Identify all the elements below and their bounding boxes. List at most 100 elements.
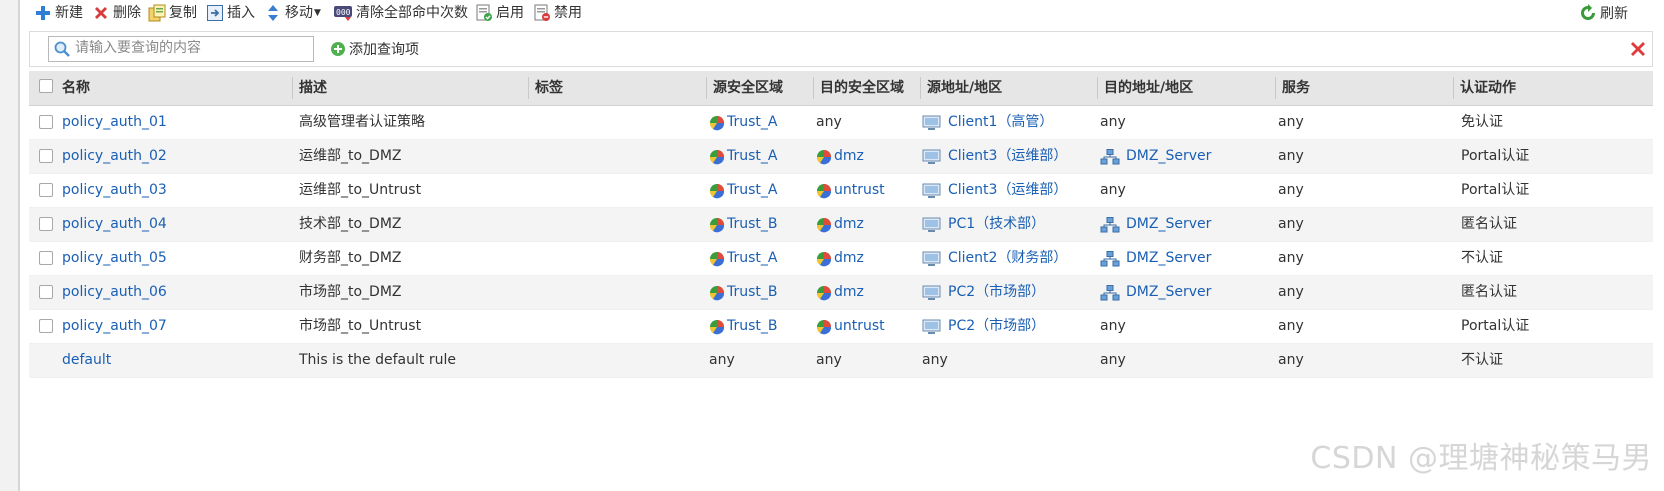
row-checkbox[interactable]	[39, 149, 53, 163]
search-box	[48, 36, 314, 62]
col-header-desc[interactable]: 描述	[299, 71, 327, 105]
src-address[interactable]: Client1（高管）	[922, 106, 1053, 139]
col-header-tag[interactable]: 标签	[535, 71, 563, 105]
src-address[interactable]: PC2（市场部）	[922, 310, 1045, 343]
add-circle-icon	[330, 41, 346, 57]
row-checkbox[interactable]	[39, 319, 53, 333]
col-header-service[interactable]: 服务	[1282, 71, 1310, 105]
policy-name-link[interactable]: policy_auth_07	[62, 310, 167, 343]
col-divider[interactable]	[1275, 77, 1276, 99]
copy-button[interactable]: 复制	[148, 2, 197, 24]
refresh-label: 刷新	[1600, 6, 1628, 22]
zone-icon	[709, 285, 725, 300]
table-row[interactable]: policy_auth_06 市场部_to_DMZ Trust_B dmz PC2（市场…	[29, 276, 1653, 310]
dst-address[interactable]: DMZ_Server	[1100, 276, 1211, 309]
row-checkbox[interactable]	[39, 251, 53, 265]
col-header-src-addr[interactable]: 源地址/地区	[927, 71, 1002, 105]
chevron-down-icon: ▼	[314, 8, 321, 18]
col-header-dst-zone[interactable]: 目的安全区域	[820, 71, 904, 105]
table-row[interactable]: policy_auth_05 财务部_to_DMZ Trust_A dmz Client…	[29, 242, 1653, 276]
src-zone-label: Trust_A	[727, 250, 778, 266]
dst-address: any	[1100, 182, 1126, 198]
col-divider[interactable]	[292, 77, 293, 99]
col-header-action[interactable]: 认证动作	[1460, 71, 1516, 105]
policy-name-link[interactable]: policy_auth_01	[62, 106, 167, 139]
src-address[interactable]: Client2（财务部）	[922, 242, 1067, 275]
zone-icon	[816, 285, 832, 300]
table-row[interactable]: policy_auth_02 运维部_to_DMZ Trust_A dmz Client…	[29, 140, 1653, 174]
table-row[interactable]: policy_auth_07 市场部_to_Untrust Trust_B untru…	[29, 310, 1653, 344]
new-button[interactable]: 新建	[34, 2, 83, 24]
row-checkbox[interactable]	[39, 217, 53, 231]
policy-name-link[interactable]: default	[62, 344, 111, 377]
src-address[interactable]: Client3（运维部）	[922, 140, 1067, 173]
host-icon	[922, 285, 941, 300]
table-row[interactable]: default This is the default rule any any any…	[29, 344, 1653, 378]
col-divider[interactable]	[706, 77, 707, 99]
dst-zone[interactable]: dmz	[816, 140, 864, 173]
src-zone-label: Trust_B	[727, 216, 778, 232]
add-query-label: 添加查询项	[349, 42, 419, 58]
dst-address[interactable]: DMZ_Server	[1100, 242, 1211, 275]
policy-description: 高级管理者认证策略	[299, 114, 425, 130]
dst-address[interactable]: DMZ_Server	[1100, 140, 1211, 173]
col-header-src-zone[interactable]: 源安全区域	[713, 71, 783, 105]
table-row[interactable]: policy_auth_03 运维部_to_Untrust Trust_A untru…	[29, 174, 1653, 208]
dst-zone[interactable]: dmz	[816, 276, 864, 309]
policy-name-link[interactable]: policy_auth_02	[62, 140, 167, 173]
dst-zone[interactable]: untrust	[816, 174, 885, 207]
col-divider[interactable]	[1453, 77, 1454, 99]
auth-action: 不认证	[1461, 250, 1503, 266]
src-address[interactable]: PC1（技术部）	[922, 208, 1045, 241]
col-divider[interactable]	[920, 77, 921, 99]
disable-button[interactable]: 禁用	[533, 2, 582, 24]
insert-button[interactable]: 插入	[206, 2, 255, 24]
policy-name-link[interactable]: policy_auth_03	[62, 174, 167, 207]
enable-button[interactable]: 启用	[475, 2, 524, 24]
table-row[interactable]: policy_auth_04 技术部_to_DMZ Trust_B dmz PC1（技术…	[29, 208, 1653, 242]
policy-name-link[interactable]: policy_auth_05	[62, 242, 167, 275]
table-row[interactable]: policy_auth_01 高级管理者认证策略 Trust_A any Client1…	[29, 106, 1653, 140]
src-address[interactable]: Client3（运维部）	[922, 174, 1067, 207]
plus-icon	[34, 4, 52, 22]
delete-button[interactable]: 删除	[92, 2, 141, 24]
src-zone[interactable]: Trust_A	[709, 174, 777, 207]
copy-icon	[148, 4, 166, 22]
zone-icon	[709, 319, 725, 334]
src-zone[interactable]: Trust_B	[709, 208, 778, 241]
policy-description: 市场部_to_Untrust	[299, 318, 422, 334]
refresh-button[interactable]: 刷新	[1579, 2, 1628, 24]
policy-description: 运维部_to_DMZ	[299, 148, 402, 164]
src-zone[interactable]: Trust_A	[709, 242, 777, 275]
search-input[interactable]	[75, 38, 309, 58]
src-zone[interactable]: Trust_A	[709, 106, 777, 139]
col-header-name[interactable]: 名称	[62, 71, 90, 105]
src-zone[interactable]: Trust_B	[709, 276, 778, 309]
src-zone[interactable]: Trust_B	[709, 310, 778, 343]
src-zone-label: Trust_A	[727, 148, 778, 164]
dst-zone[interactable]: dmz	[816, 242, 864, 275]
src-zone[interactable]: Trust_A	[709, 140, 777, 173]
select-all-checkbox[interactable]	[39, 79, 53, 93]
add-query-button[interactable]: 添加查询项	[330, 38, 419, 60]
col-header-dst-addr[interactable]: 目的地址/地区	[1104, 71, 1193, 105]
src-zone-label: Trust_B	[727, 318, 778, 334]
col-divider[interactable]	[813, 77, 814, 99]
clear-hits-button[interactable]: 000 清除全部命中次数	[333, 2, 468, 24]
policy-name-link[interactable]: policy_auth_04	[62, 208, 167, 241]
zone-icon	[816, 217, 832, 232]
col-divider[interactable]	[528, 77, 529, 99]
close-icon[interactable]	[1628, 39, 1648, 59]
row-checkbox[interactable]	[39, 285, 53, 299]
dst-zone[interactable]: dmz	[816, 208, 864, 241]
col-divider[interactable]	[1097, 77, 1098, 99]
dst-zone: any	[816, 352, 842, 368]
dst-address-label: DMZ_Server	[1126, 216, 1212, 232]
src-address[interactable]: PC2（市场部）	[922, 276, 1045, 309]
policy-name-link[interactable]: policy_auth_06	[62, 276, 167, 309]
dst-address[interactable]: DMZ_Server	[1100, 208, 1211, 241]
move-button[interactable]: 移动 ▼	[264, 2, 321, 24]
row-checkbox[interactable]	[39, 115, 53, 129]
row-checkbox[interactable]	[39, 183, 53, 197]
dst-zone[interactable]: untrust	[816, 310, 885, 343]
